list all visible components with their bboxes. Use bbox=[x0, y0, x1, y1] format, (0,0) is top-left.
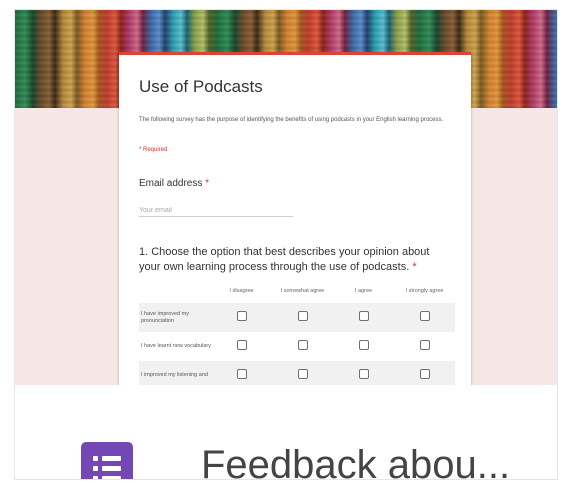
checkbox[interactable] bbox=[236, 369, 247, 379]
email-field[interactable] bbox=[139, 205, 293, 217]
question-text: 1. Choose the option that best describes… bbox=[139, 246, 430, 273]
column-header: I somewhat agree bbox=[280, 287, 325, 294]
link-title: Feedback abou... bbox=[201, 443, 511, 480]
checkbox[interactable] bbox=[419, 311, 430, 321]
form-description: The following survey has the purpose of … bbox=[139, 117, 444, 123]
form-card: Use of Podcasts The following survey has… bbox=[119, 52, 471, 385]
grid-row: I have learnt new vocabulary bbox=[139, 332, 455, 361]
checkbox[interactable] bbox=[297, 340, 308, 350]
required-asterisk: * bbox=[412, 261, 417, 273]
form-preview-image: Use of Podcasts The following survey has… bbox=[15, 10, 557, 385]
row-label: I have learnt new vocabulary bbox=[141, 343, 212, 349]
checkbox[interactable] bbox=[236, 340, 247, 350]
column-header: I agree bbox=[354, 287, 373, 294]
checkbox[interactable] bbox=[358, 340, 369, 350]
grid-header-row: I disagree I somewhat agree I agree I st… bbox=[139, 279, 455, 303]
checkbox[interactable] bbox=[236, 311, 247, 321]
preview-footer: Feedback abou... bbox=[15, 385, 557, 480]
form-title: Use of Podcasts bbox=[139, 77, 263, 96]
google-forms-icon bbox=[81, 442, 133, 479]
grid-row: I improved my listening and bbox=[139, 361, 455, 385]
required-note: * Required bbox=[139, 147, 168, 153]
checkbox[interactable] bbox=[297, 311, 308, 321]
column-header: I strongly agree bbox=[405, 287, 444, 294]
checkbox-grid: I disagree I somewhat agree I agree I st… bbox=[139, 279, 455, 385]
column-header: I disagree bbox=[229, 287, 254, 294]
required-asterisk: * bbox=[205, 178, 210, 189]
question-title: 1. Choose the option that best describes… bbox=[139, 245, 449, 275]
checkbox[interactable] bbox=[358, 369, 369, 379]
checkbox[interactable] bbox=[297, 369, 308, 379]
row-label: I have improved my pronunciation bbox=[141, 310, 189, 324]
email-label-text: Email address bbox=[139, 178, 203, 189]
row-label: I improved my listening and bbox=[141, 372, 208, 378]
checkbox[interactable] bbox=[358, 311, 369, 321]
grid-row: I have improved my pronunciation bbox=[139, 303, 455, 332]
email-label: Email address * bbox=[139, 178, 209, 189]
checkbox[interactable] bbox=[419, 340, 430, 350]
link-preview-card[interactable]: Use of Podcasts The following survey has… bbox=[14, 9, 558, 480]
checkbox[interactable] bbox=[419, 369, 430, 379]
